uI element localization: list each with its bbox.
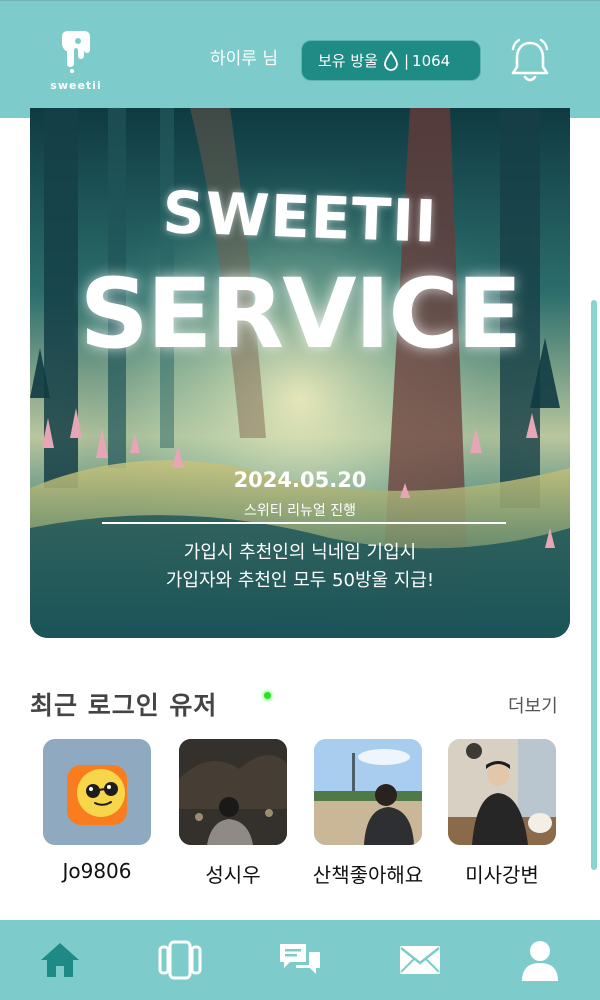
user-name: 미사강변 (465, 863, 539, 887)
scrollbar-thumb[interactable] (591, 300, 597, 870)
user-card[interactable]: 성시우 (179, 739, 287, 887)
banner-title-line2: SERVICE (79, 258, 523, 370)
avatar (43, 739, 151, 845)
avatar (314, 739, 422, 845)
sun-character-icon (67, 765, 127, 825)
banner-subtitle: 스위티 리뉴얼 진행 (244, 503, 356, 519)
logo-icon (62, 31, 90, 73)
drops-separator: | (403, 51, 410, 70)
user-card[interactable]: 산책좋아해요 (313, 739, 423, 887)
drops-count: 1064 (412, 51, 451, 70)
banner-date: 2024.05.20 (233, 468, 367, 492)
drops-balance-button[interactable]: 보유 방울 | 1064 (301, 40, 481, 81)
banner-divider (102, 522, 506, 524)
top-header: sweetii 하이루 님 보유 방울 | 1064 (0, 0, 600, 118)
bottom-navigation (0, 920, 600, 1000)
recent-users-title: 최근 로그인 유저 (30, 691, 218, 720)
online-indicator (264, 692, 271, 699)
avatar (448, 739, 556, 845)
chat-icon[interactable] (278, 938, 322, 982)
bell-icon[interactable] (508, 37, 552, 85)
mail-icon[interactable] (398, 938, 442, 982)
drop-icon (384, 50, 398, 71)
drops-label: 보유 방울 (318, 52, 378, 70)
more-link[interactable]: 더보기 (508, 692, 558, 718)
banner-message-line2: 가입자와 추천인 모두 50방울 지급! (165, 570, 435, 591)
person-photo-icon (314, 739, 422, 845)
logo-text: sweetii (50, 79, 102, 92)
person-photo-icon (448, 739, 556, 845)
event-banner[interactable]: SWEETII SERVICE 2024.05.20 스위티 리뉴얼 진행 가입… (30, 108, 570, 638)
sweetii-logo[interactable]: sweetii (46, 29, 106, 95)
banner-message-line1: 가입시 추천인의 닉네임 기입시 (183, 542, 417, 563)
avatar (179, 739, 287, 845)
user-card[interactable]: Jo9806 (43, 739, 151, 883)
user-greeting: 하이루 님 (210, 49, 278, 69)
user-card[interactable]: 미사강변 (448, 739, 556, 887)
home-icon[interactable] (38, 938, 82, 982)
cards-icon[interactable] (158, 938, 202, 982)
profile-icon[interactable] (518, 938, 562, 982)
person-photo-icon (179, 739, 287, 845)
